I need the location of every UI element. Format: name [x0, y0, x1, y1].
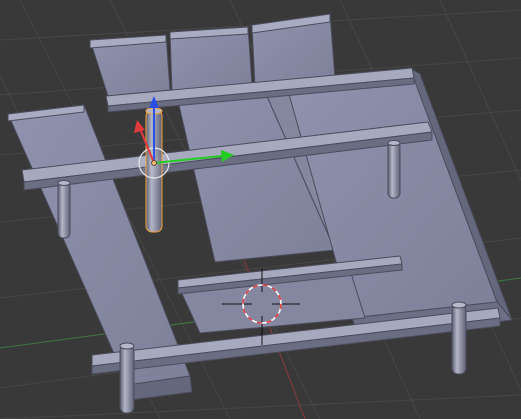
leg-left-back[interactable]: [57, 180, 71, 239]
leg-left-front[interactable]: [119, 342, 135, 414]
object-origin-dot: [151, 160, 157, 166]
viewport-canvas[interactable]: [0, 0, 521, 419]
leg-right-front[interactable]: [451, 301, 467, 375]
leg-right-back[interactable]: [387, 140, 401, 199]
3d-viewport[interactable]: [0, 0, 521, 419]
